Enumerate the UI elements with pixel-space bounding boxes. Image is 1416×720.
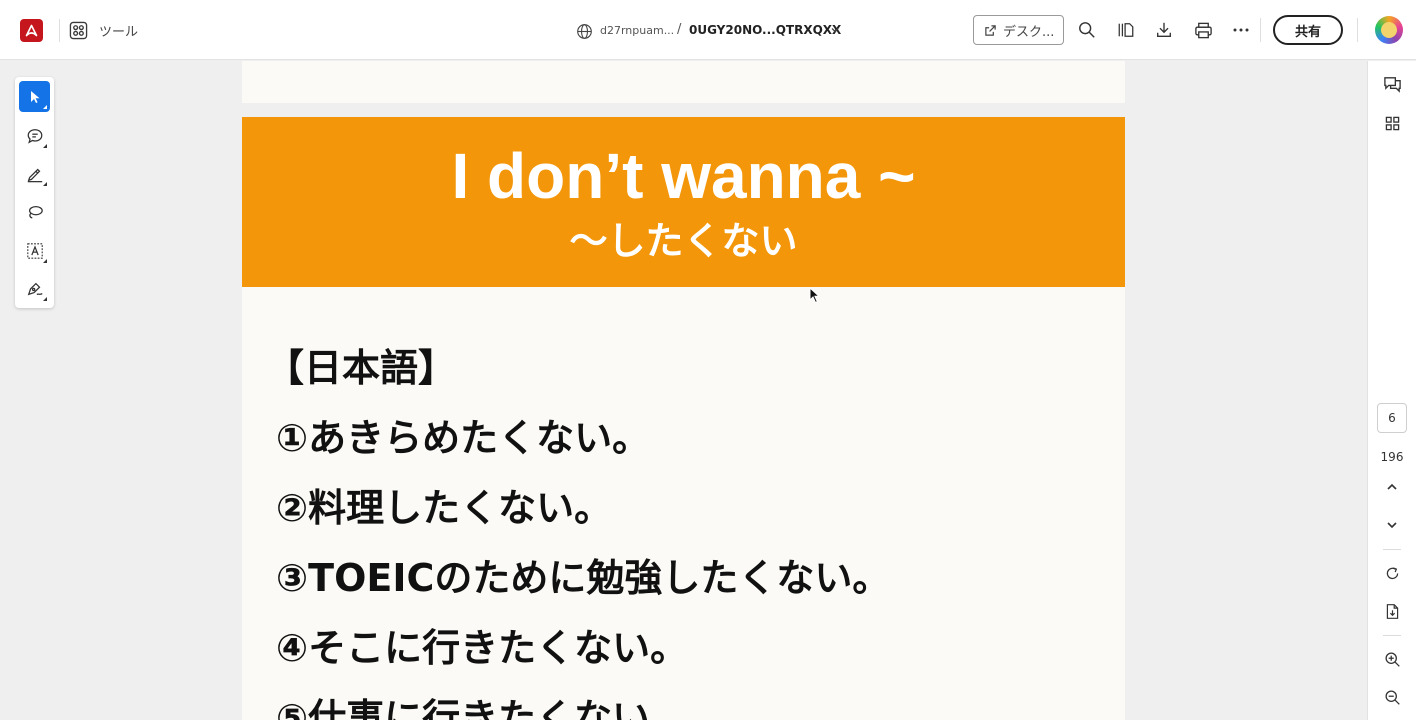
chevron-down-icon[interactable] [1380,513,1404,537]
avatar[interactable] [1375,16,1403,44]
toolbar-divider [1260,18,1261,42]
section-heading: 【日本語】 [266,346,457,390]
text-select-icon [26,242,44,260]
list-item: ⑤仕事に行きたくない。 [276,696,689,720]
comment-icon [26,127,44,145]
previous-page [242,61,1125,103]
text-select-tool-button[interactable] [19,235,50,266]
highlight-tool-button[interactable] [19,158,50,189]
grid-icon[interactable] [68,20,89,41]
file-export-icon[interactable] [1380,599,1404,623]
print-icon[interactable] [1193,20,1213,40]
rail-divider [1383,549,1401,550]
highlight-icon [26,165,44,183]
toolbar-divider [59,19,60,42]
zoom-out-icon[interactable] [1380,685,1404,709]
comment-tool-button[interactable] [19,120,50,151]
list-item: ④そこに行きたくない。 [276,626,689,670]
more-icon[interactable] [1231,20,1251,40]
chevron-up-icon[interactable] [1380,475,1404,499]
breadcrumb-separator: / [677,22,682,37]
document-page: I don’t wanna ~ 〜したくない 【日本語】 ①あきらめたくない。 … [242,117,1125,720]
select-icon [28,90,42,104]
list-item: ③TOEICのために勉強したくない。 [276,556,891,600]
select-tool-button[interactable] [19,81,50,112]
download-icon[interactable] [1154,20,1174,40]
file-name[interactable]: 0UGY20NO...QTRXQXX [689,23,841,37]
acrobat-logo-icon[interactable] [20,19,43,42]
mouse-cursor-icon [809,286,821,308]
total-pages: 196 [1380,450,1404,464]
search-icon[interactable] [1077,20,1097,40]
top-toolbar: ツール d27rnpuam... / 0UGY20NO...QTRXQXX デス… [0,0,1416,60]
comments-panel-icon[interactable] [1380,72,1404,96]
share-button[interactable]: 共有 [1273,15,1343,45]
grid-panel-icon[interactable] [1380,111,1404,135]
open-desktop-label: デスク... [1003,24,1055,40]
banner-title: I don’t wanna ~ [451,140,916,212]
globe-icon [575,22,593,40]
current-page-input[interactable]: 6 [1377,403,1407,433]
external-link-icon [984,24,997,37]
zoom-in-icon[interactable] [1380,647,1404,671]
sign-tool-button[interactable] [19,273,50,304]
lasso-tool-button[interactable] [19,196,50,227]
chevron-down-icon[interactable] [829,24,841,36]
banner-subtitle: 〜したくない [569,219,798,263]
rail-divider [1383,635,1401,636]
tools-menu-label[interactable]: ツール [99,21,138,40]
toolbar-divider [1357,18,1358,42]
open-desktop-button[interactable]: デスク... [973,15,1064,45]
lasso-icon [26,203,44,221]
right-rail: 6 196 [1367,61,1416,720]
pages-icon[interactable] [1116,20,1136,40]
list-item: ②料理したくない。 [276,486,613,530]
breadcrumb-host[interactable]: d27rnpuam... [600,24,674,37]
rotate-icon[interactable] [1380,561,1404,585]
left-tool-panel [15,77,54,308]
title-banner: I don’t wanna ~ 〜したくない [242,117,1125,287]
list-item: ①あきらめたくない。 [276,416,651,460]
sign-icon [26,280,44,298]
